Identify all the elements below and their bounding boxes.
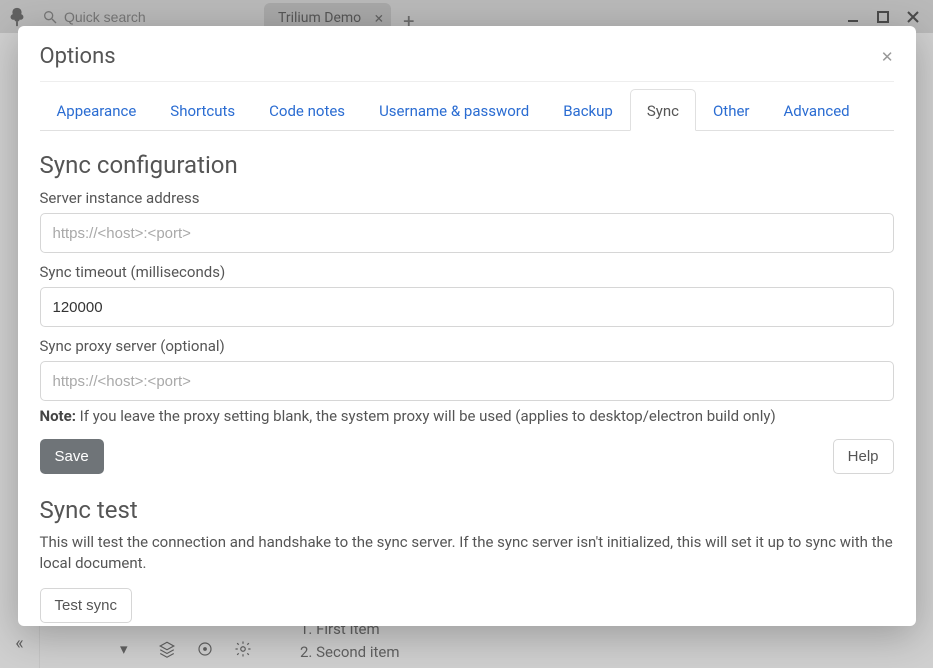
- dialog-close-button[interactable]: ✕: [881, 48, 894, 66]
- proxy-label: Sync proxy server (optional): [40, 337, 894, 355]
- sync-test-heading: Sync test: [40, 496, 894, 524]
- dialog-title: Options: [40, 44, 116, 69]
- server-address-label: Server instance address: [40, 189, 894, 207]
- tab-advanced[interactable]: Advanced: [767, 89, 867, 131]
- tab-shortcuts[interactable]: Shortcuts: [153, 89, 252, 131]
- tab-sync[interactable]: Sync: [630, 89, 696, 131]
- sync-timeout-label: Sync timeout (milliseconds): [40, 263, 894, 281]
- proxy-input[interactable]: [40, 361, 894, 401]
- tab-appearance[interactable]: Appearance: [40, 89, 154, 131]
- save-button[interactable]: Save: [40, 439, 104, 474]
- help-button[interactable]: Help: [833, 439, 894, 474]
- tab-other[interactable]: Other: [696, 89, 767, 131]
- sync-pane: Sync configuration Server instance addre…: [40, 131, 894, 623]
- modal-overlay: Options ✕ Appearance Shortcuts Code note…: [0, 0, 933, 668]
- tab-code-notes[interactable]: Code notes: [252, 89, 362, 131]
- options-tabbar: Appearance Shortcuts Code notes Username…: [40, 88, 894, 131]
- tab-username-password[interactable]: Username & password: [362, 89, 546, 131]
- proxy-note: Note: If you leave the proxy setting bla…: [40, 407, 894, 425]
- test-sync-button[interactable]: Test sync: [40, 588, 133, 623]
- sync-timeout-input[interactable]: [40, 287, 894, 327]
- dialog-header: Options ✕: [40, 44, 894, 82]
- sync-test-description: This will test the connection and handsh…: [40, 532, 894, 574]
- sync-config-buttons: Save Help: [40, 439, 894, 474]
- server-address-input[interactable]: [40, 213, 894, 253]
- options-dialog: Options ✕ Appearance Shortcuts Code note…: [18, 26, 916, 626]
- note-prefix: Note:: [40, 407, 76, 425]
- sync-config-heading: Sync configuration: [40, 151, 894, 179]
- tab-backup[interactable]: Backup: [546, 89, 630, 131]
- note-text: If you leave the proxy setting blank, th…: [76, 407, 776, 425]
